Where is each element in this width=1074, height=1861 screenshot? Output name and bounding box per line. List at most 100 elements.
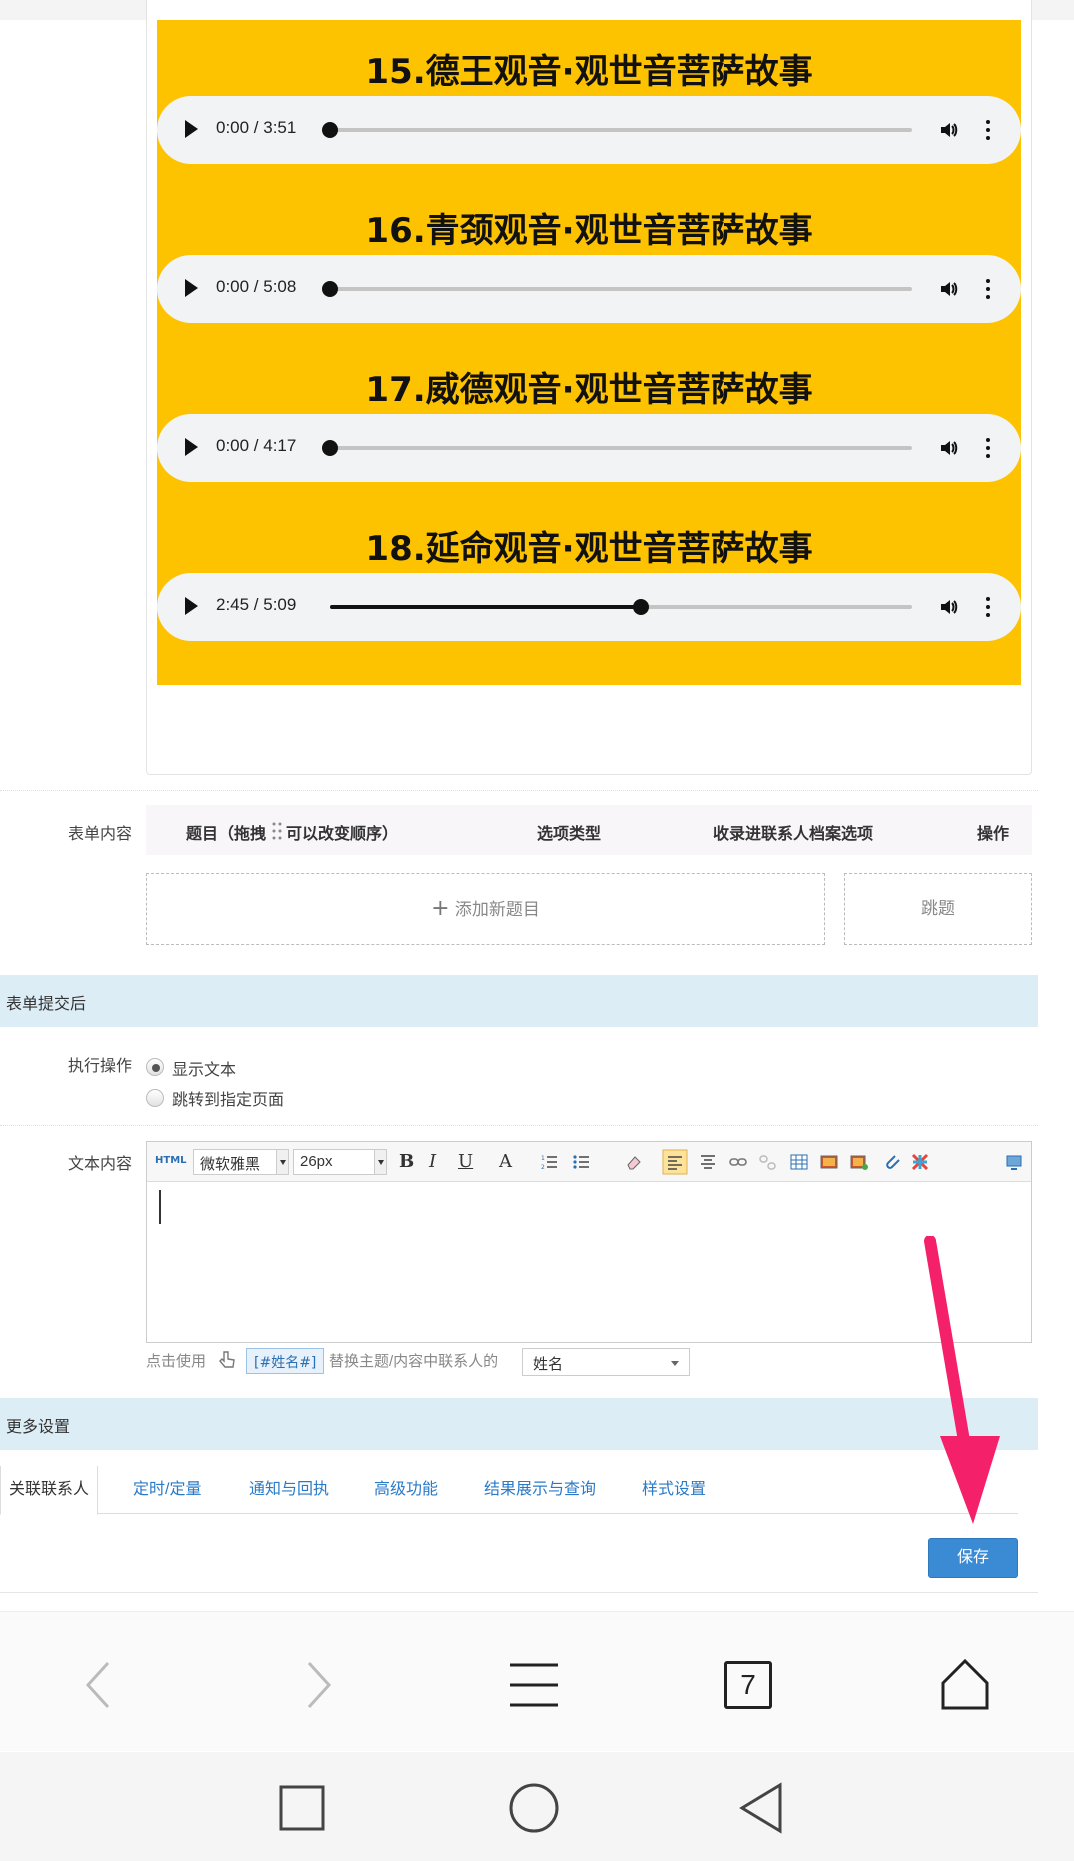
audio-title: 15.德王观音·观世音菩萨故事 bbox=[365, 52, 813, 92]
column-contact-archive: 收录进联系人档案选项 bbox=[713, 826, 874, 843]
seek-bar[interactable] bbox=[322, 281, 912, 297]
svg-text:2: 2 bbox=[541, 1164, 545, 1171]
system-nav-bar bbox=[0, 1752, 1074, 1861]
name-placeholder-tag[interactable]: [#姓名#] bbox=[246, 1348, 325, 1374]
radio-show-text[interactable]: 显示文本 bbox=[146, 1056, 346, 1080]
hint-prefix: 点击使用 bbox=[146, 1353, 207, 1370]
section-title: 表单提交后 bbox=[6, 996, 87, 1013]
play-icon[interactable] bbox=[185, 120, 198, 138]
attachment-icon[interactable] bbox=[883, 1153, 901, 1171]
forward-icon[interactable] bbox=[303, 1660, 335, 1710]
back-icon[interactable] bbox=[82, 1660, 114, 1710]
tab-advanced[interactable]: 高级功能 bbox=[374, 1466, 438, 1514]
editor-toolbar: HTML 微软雅黑 26px B I U A 12 bbox=[147, 1142, 1031, 1182]
unordered-list-icon[interactable] bbox=[573, 1153, 591, 1171]
plugin-icon[interactable] bbox=[911, 1153, 929, 1171]
unlink-icon[interactable] bbox=[759, 1153, 777, 1171]
more-options-icon[interactable] bbox=[985, 118, 991, 142]
form-content-label: 表单内容 bbox=[68, 826, 133, 843]
audio-title: 18.延命观音·观世音菩萨故事 bbox=[365, 529, 813, 569]
tab-linked-contacts[interactable]: 关联联系人 bbox=[0, 1466, 99, 1515]
font-family-value: 微软雅黑 bbox=[200, 1156, 261, 1173]
volume-icon[interactable] bbox=[939, 279, 959, 299]
hand-pointer-icon bbox=[219, 1351, 235, 1368]
eraser-icon[interactable] bbox=[625, 1153, 643, 1171]
question-table-header: 题目（拖拽 可以改变顺序） 选项类型 收录进联系人档案选项 操作 bbox=[146, 805, 1032, 855]
bold-button[interactable]: B bbox=[399, 1151, 414, 1172]
image-icon[interactable] bbox=[820, 1153, 838, 1171]
save-button[interactable]: 保存 bbox=[928, 1538, 1018, 1578]
seek-handle[interactable] bbox=[632, 599, 649, 615]
table-icon[interactable] bbox=[790, 1153, 808, 1171]
audio-player[interactable]: 2:45 / 5:09 bbox=[157, 573, 1021, 641]
contact-field-select[interactable]: 姓名 bbox=[522, 1348, 690, 1376]
play-icon[interactable] bbox=[185, 597, 198, 615]
audio-title: 16.青颈观音·观世音菩萨故事 bbox=[365, 211, 813, 251]
audio-list-banner: 15.德王观音·观世音菩萨故事 0:00 / 3:51 16.青颈观音·观世音菩… bbox=[157, 20, 1021, 685]
after-submit-section: 表单提交后 bbox=[0, 975, 1038, 1027]
seek-handle[interactable] bbox=[322, 122, 338, 138]
seek-bar[interactable] bbox=[322, 440, 912, 456]
play-icon[interactable] bbox=[185, 279, 198, 297]
ordered-list-icon[interactable]: 12 bbox=[541, 1153, 559, 1171]
text-cursor bbox=[159, 1190, 161, 1224]
align-center-icon[interactable] bbox=[699, 1153, 717, 1171]
audio-player[interactable]: 0:00 / 5:08 bbox=[157, 255, 1021, 323]
recent-apps-icon[interactable] bbox=[279, 1785, 325, 1831]
drag-handle-icon bbox=[272, 822, 282, 840]
add-question-label: 添加新题目 bbox=[454, 900, 540, 920]
volume-icon[interactable] bbox=[939, 597, 959, 617]
underline-button[interactable]: U bbox=[458, 1151, 473, 1172]
audio-time: 2:45 / 5:09 bbox=[216, 595, 297, 614]
font-family-select[interactable]: 微软雅黑 bbox=[193, 1149, 289, 1175]
action-label: 执行操作 bbox=[68, 1058, 133, 1075]
home-circle-icon[interactable] bbox=[508, 1782, 560, 1834]
tab-results-query[interactable]: 结果展示与查询 bbox=[484, 1466, 596, 1514]
align-left-icon[interactable] bbox=[662, 1149, 688, 1175]
more-options-icon[interactable] bbox=[985, 277, 991, 301]
jump-question-button[interactable]: 跳题 bbox=[844, 873, 1032, 945]
more-options-icon[interactable] bbox=[985, 595, 991, 619]
radio-redirect-page[interactable]: 跳转到指定页面 bbox=[146, 1086, 346, 1110]
radio-button[interactable] bbox=[146, 1089, 164, 1107]
seek-handle[interactable] bbox=[322, 440, 338, 456]
link-icon[interactable] bbox=[729, 1153, 747, 1171]
play-icon[interactable] bbox=[185, 438, 198, 456]
tabs-count-button[interactable]: 7 bbox=[724, 1661, 772, 1709]
radio-button-checked[interactable] bbox=[146, 1058, 164, 1076]
add-question-button[interactable]: + 添加新题目 bbox=[146, 873, 825, 945]
audio-title: 17.威德观音·观世音菩萨故事 bbox=[365, 370, 813, 410]
more-options-icon[interactable] bbox=[985, 436, 991, 460]
tab-style-settings[interactable]: 样式设置 bbox=[642, 1466, 706, 1514]
tab-notifications[interactable]: 通知与回执 bbox=[249, 1466, 329, 1514]
seek-handle[interactable] bbox=[322, 281, 338, 297]
html-source-button[interactable]: HTML bbox=[155, 1155, 187, 1166]
divider bbox=[0, 790, 1038, 791]
radio-label: 跳转到指定页面 bbox=[172, 1092, 285, 1109]
home-icon[interactable] bbox=[940, 1657, 990, 1711]
volume-icon[interactable] bbox=[939, 438, 959, 458]
column-question: 题目（拖拽 bbox=[186, 826, 267, 843]
menu-icon[interactable] bbox=[510, 1662, 558, 1708]
volume-icon[interactable] bbox=[939, 120, 959, 140]
audio-player[interactable]: 0:00 / 4:17 bbox=[157, 414, 1021, 482]
audio-player[interactable]: 0:00 / 3:51 bbox=[157, 96, 1021, 164]
plus-icon: + bbox=[431, 896, 450, 921]
font-size-select[interactable]: 26px bbox=[293, 1149, 387, 1175]
annotation-arrow-icon bbox=[924, 1236, 1000, 1524]
settings-tabs: 关联联系人 定时/定量 通知与回执 高级功能 结果展示与查询 样式设置 bbox=[0, 1466, 1018, 1515]
browser-nav-bar: 7 bbox=[0, 1611, 1074, 1751]
seek-bar[interactable] bbox=[322, 122, 912, 138]
svg-text:1: 1 bbox=[541, 1155, 545, 1162]
italic-button[interactable]: I bbox=[429, 1151, 436, 1172]
system-back-icon[interactable] bbox=[738, 1782, 784, 1834]
column-actions: 操作 bbox=[977, 826, 1010, 843]
insert-image-icon[interactable] bbox=[850, 1153, 868, 1171]
radio-label: 显示文本 bbox=[172, 1062, 237, 1079]
seek-bar[interactable] bbox=[330, 599, 912, 615]
fullscreen-icon[interactable] bbox=[1005, 1153, 1023, 1171]
divider bbox=[0, 1592, 1038, 1593]
column-option-type: 选项类型 bbox=[537, 826, 602, 843]
tab-schedule-quota[interactable]: 定时/定量 bbox=[133, 1466, 201, 1514]
font-color-button[interactable]: A bbox=[499, 1151, 512, 1172]
